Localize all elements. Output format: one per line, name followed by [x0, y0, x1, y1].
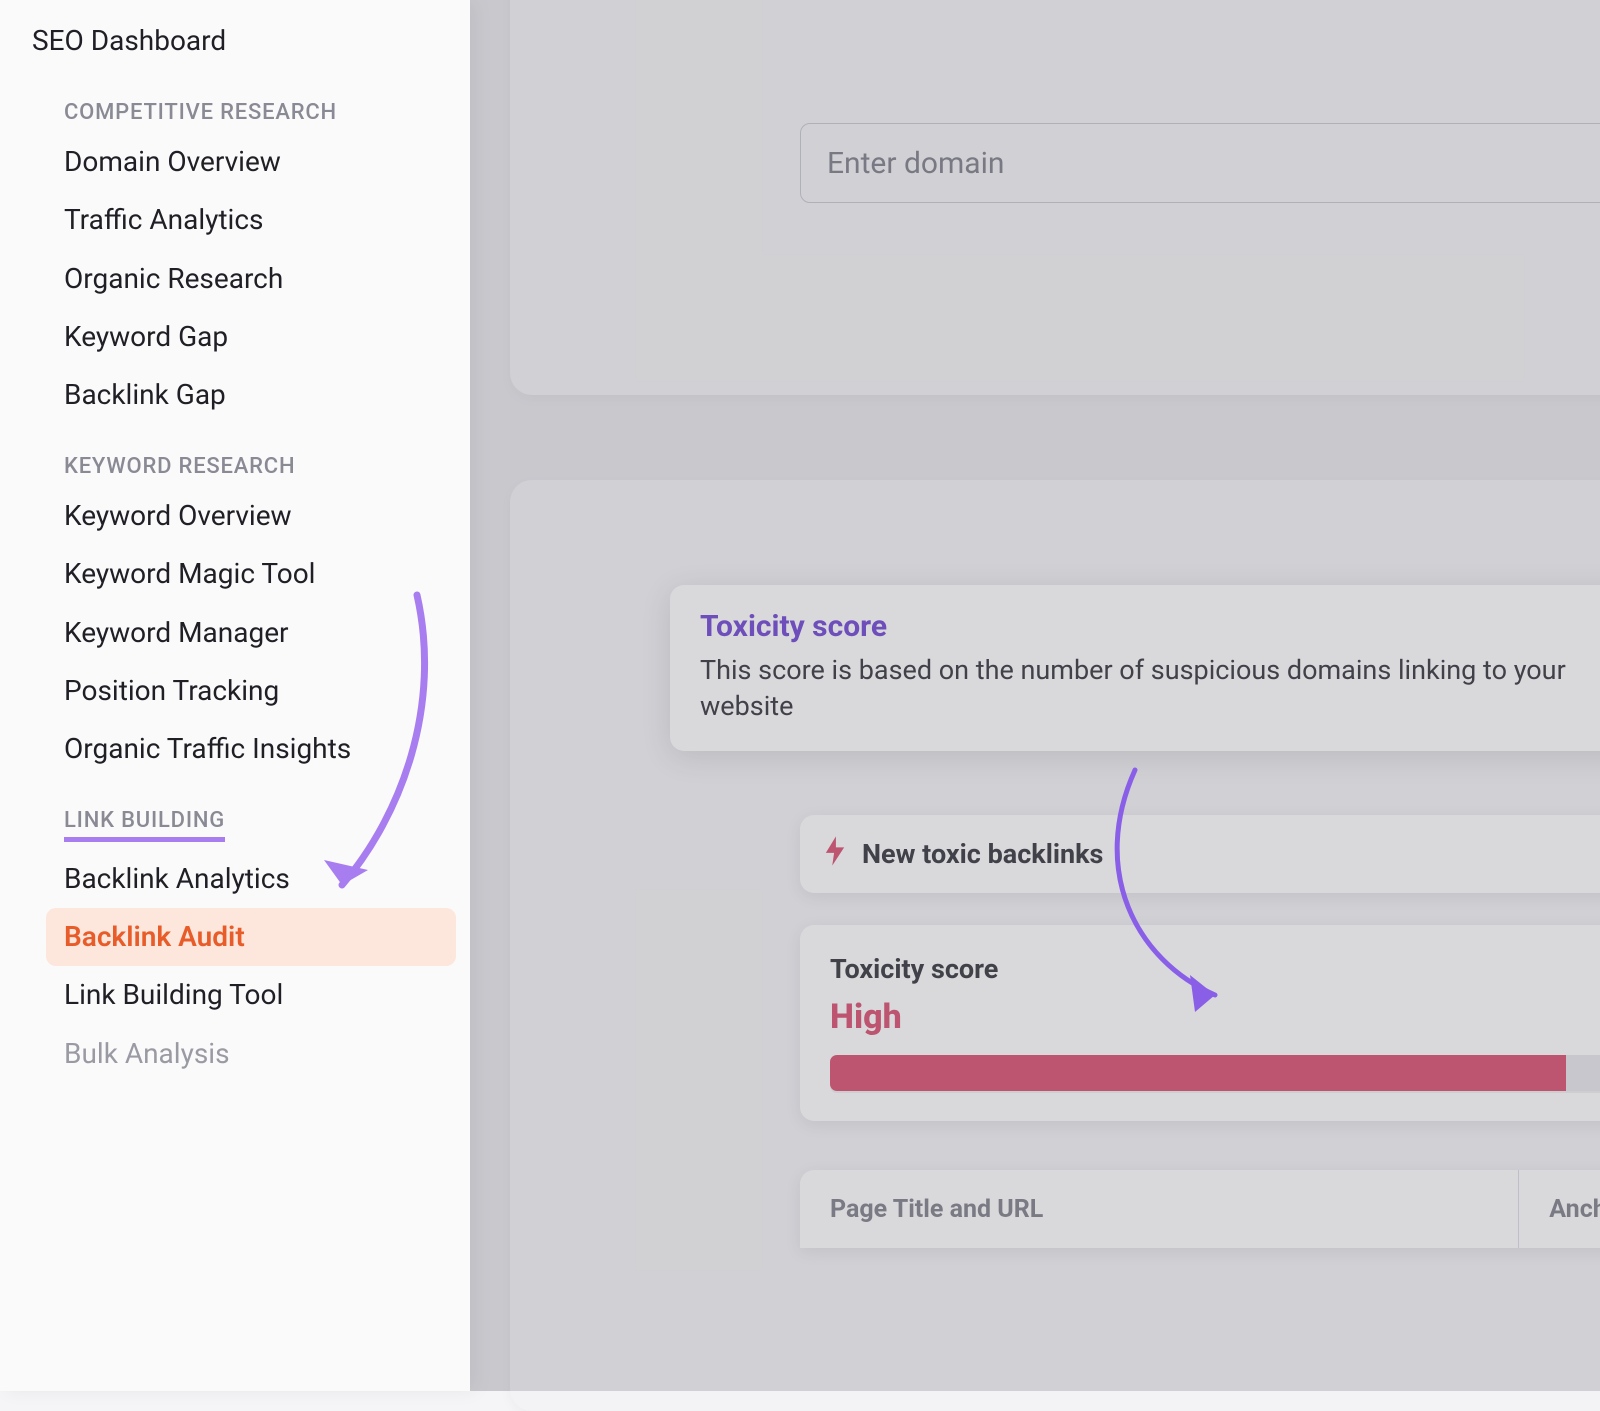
domain-input-placeholder: Enter domain — [827, 146, 1004, 181]
new-toxic-backlinks-label: New toxic backlinks — [862, 838, 1103, 870]
sidebar-heading-keyword-research: KEYWORD RESEARCH — [32, 454, 470, 487]
sidebar-item-seo-dashboard[interactable]: SEO Dashboard — [0, 12, 470, 70]
sidebar-item-organic-traffic-insights[interactable]: Organic Traffic Insights — [32, 720, 470, 778]
toxicity-score-value: High — [830, 997, 1600, 1037]
sidebar-item-organic-research[interactable]: Organic Research — [32, 250, 470, 308]
toxicity-tooltip: Toxicity score This score is based on th… — [670, 585, 1600, 751]
sidebar-item-bulk-analysis[interactable]: Bulk Analysis — [32, 1025, 470, 1083]
bolt-icon — [824, 836, 846, 872]
audit-detail-card: Toxicity score This score is based on th… — [510, 480, 1600, 1411]
sidebar-section-competitive-research: COMPETITIVE RESEARCH Domain Overview Tra… — [0, 100, 470, 424]
sidebar-item-backlink-gap[interactable]: Backlink Gap — [32, 366, 470, 424]
sidebar-heading-link-building: LINK BUILDING — [32, 808, 470, 850]
backlinks-table-header: Page Title and URL Anchor — [800, 1170, 1600, 1248]
sidebar: SEO Dashboard COMPETITIVE RESEARCH Domai… — [0, 0, 470, 1391]
sidebar-item-position-tracking[interactable]: Position Tracking — [32, 662, 470, 720]
sidebar-section-link-building: LINK BUILDING Backlink Analytics Backlin… — [0, 808, 470, 1083]
table-col-anchor[interactable]: Anchor — [1518, 1170, 1600, 1248]
sidebar-item-domain-overview[interactable]: Domain Overview — [32, 133, 470, 191]
domain-input[interactable]: Enter domain — [800, 123, 1600, 203]
new-toxic-backlinks-card[interactable]: New toxic backlinks — [800, 815, 1600, 893]
toxicity-tooltip-title: Toxicity score — [700, 609, 1600, 644]
sidebar-item-keyword-gap[interactable]: Keyword Gap — [32, 308, 470, 366]
sidebar-section-keyword-research: KEYWORD RESEARCH Keyword Overview Keywor… — [0, 454, 470, 778]
sidebar-item-backlink-analytics[interactable]: Backlink Analytics — [32, 850, 470, 908]
table-col-page-title-url[interactable]: Page Title and URL — [830, 1195, 1043, 1224]
sidebar-item-backlink-audit[interactable]: Backlink Audit — [46, 908, 456, 966]
sidebar-item-keyword-overview[interactable]: Keyword Overview — [32, 487, 470, 545]
sidebar-heading-competitive-research: COMPETITIVE RESEARCH — [32, 100, 470, 133]
toxicity-score-card: Toxicity score High — [800, 925, 1600, 1121]
sidebar-item-traffic-analytics[interactable]: Traffic Analytics — [32, 191, 470, 249]
toxicity-score-label: Toxicity score — [830, 953, 1600, 985]
sidebar-item-link-building-tool[interactable]: Link Building Tool — [32, 966, 470, 1024]
main-content: Enter domain Toxicity score This score i… — [470, 0, 1600, 1391]
toxicity-score-bar — [830, 1055, 1600, 1091]
sidebar-item-keyword-magic-tool[interactable]: Keyword Magic Tool — [32, 545, 470, 603]
toxicity-tooltip-desc: This score is based on the number of sus… — [700, 652, 1600, 725]
sidebar-item-keyword-manager[interactable]: Keyword Manager — [32, 604, 470, 662]
domain-search-card: Enter domain — [510, 0, 1600, 395]
